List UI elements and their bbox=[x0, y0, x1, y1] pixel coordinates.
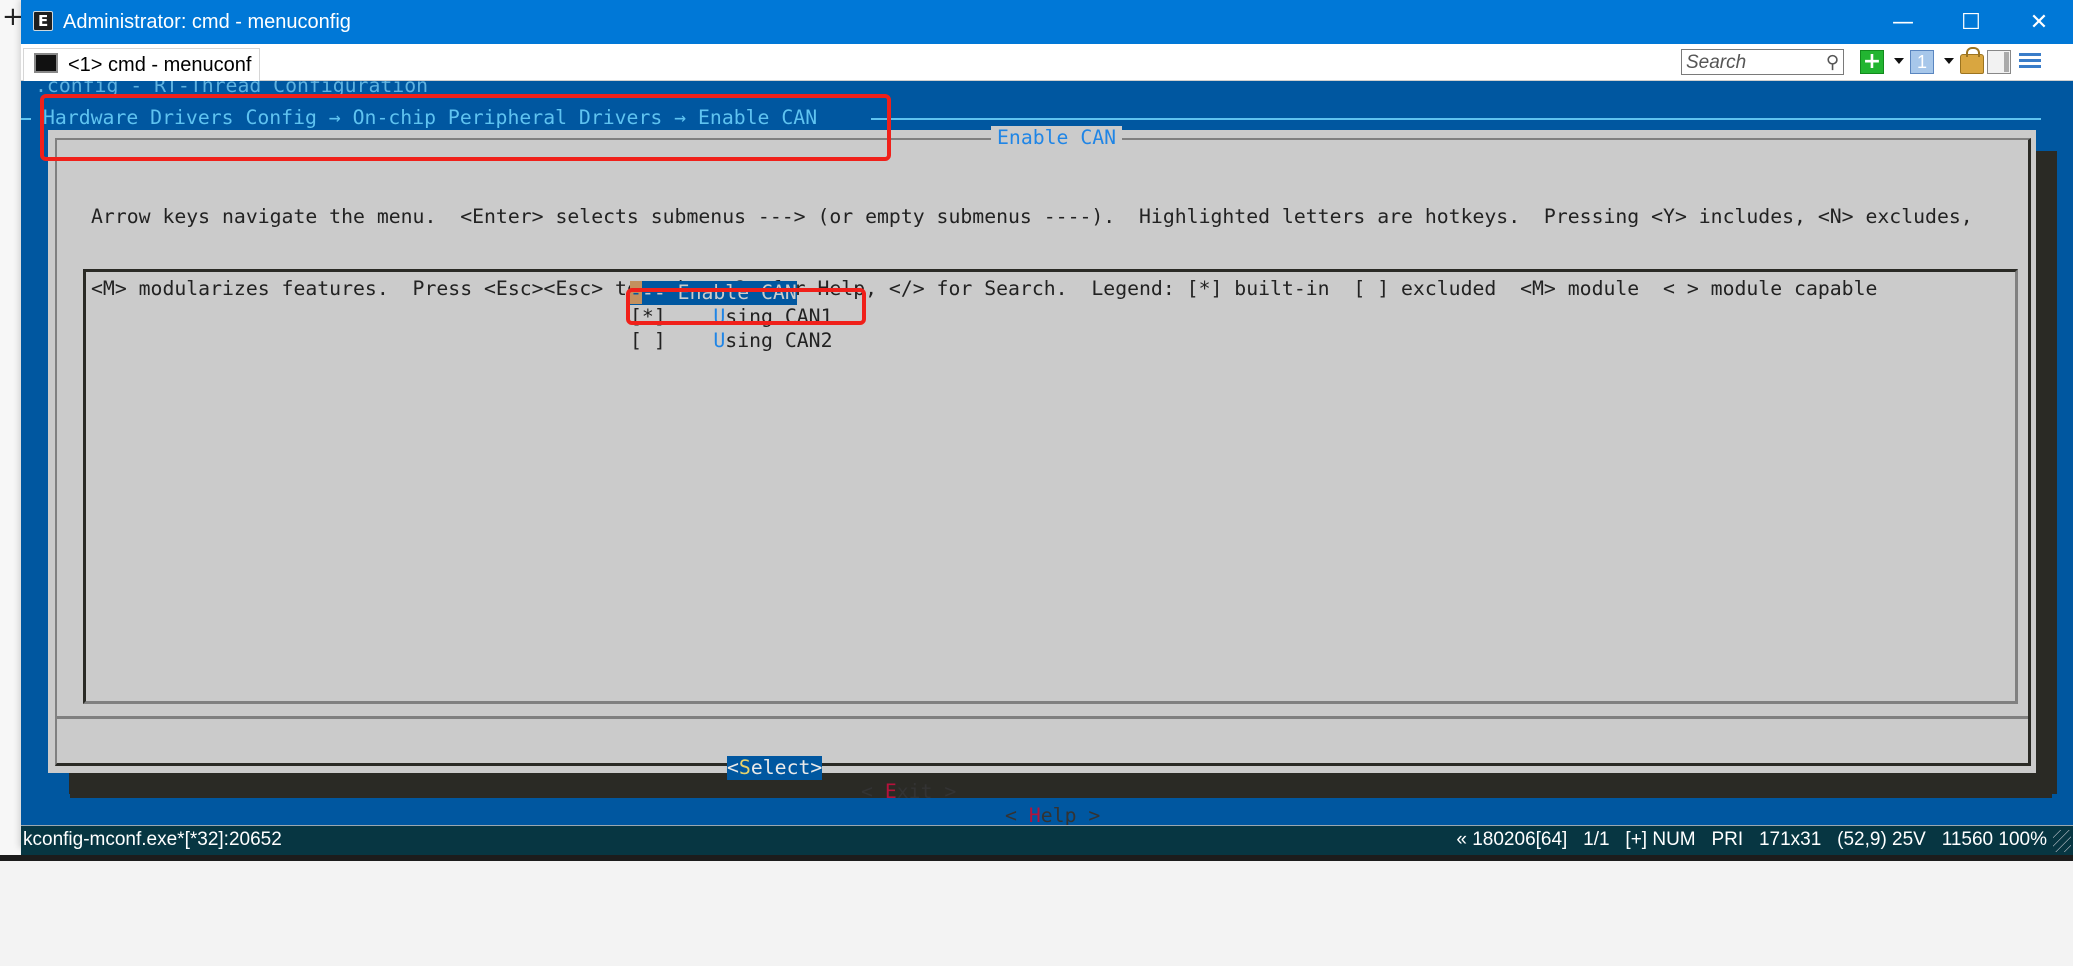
close-button[interactable]: ✕ bbox=[2005, 0, 2073, 44]
tab-label: <1> cmd - menuconf bbox=[68, 54, 252, 76]
status-info: « 180206[64] 1/1 [+] NUM PRI 171x31 (52,… bbox=[1456, 829, 2047, 850]
status-bar: kconfig-mconf.exe*[*32]:20652 « 180206[6… bbox=[21, 825, 2073, 857]
annotation-box-breadcrumb bbox=[40, 94, 891, 161]
menu-item-using-can2[interactable]: [ ] Using CAN2 bbox=[630, 329, 832, 353]
button-label: elp bbox=[1040, 804, 1077, 825]
select-button[interactable]: <Select> bbox=[727, 756, 823, 780]
dialog-frame: Enable CAN Arrow keys navigate the menu.… bbox=[55, 126, 2031, 825]
help-line-1: Arrow keys navigate the menu. <Enter> se… bbox=[91, 205, 1973, 228]
menu-list: --- Enable CAN [*] Using CAN1 [ ] Using … bbox=[83, 269, 2018, 704]
help-button[interactable]: < Help > bbox=[1005, 804, 1100, 825]
title-bar[interactable]: Administrator: cmd - menuconfig — ☐ ✕ bbox=[21, 0, 2073, 44]
search-icon[interactable]: ⚲ bbox=[1826, 52, 1839, 73]
bracket: > bbox=[1076, 804, 1101, 825]
console-app-icon[interactable] bbox=[33, 11, 53, 31]
hamburger-menu-icon[interactable] bbox=[2019, 50, 2041, 74]
bracket: > bbox=[810, 756, 823, 779]
console-list-dropdown-icon[interactable] bbox=[1944, 58, 1954, 64]
hotkey-letter: S bbox=[738, 756, 751, 779]
bracket: > bbox=[932, 780, 957, 803]
terminal-area[interactable]: .config - RT-Thread Configuration Hardwa… bbox=[21, 81, 2073, 825]
menu-item-label: sing CAN2 bbox=[725, 329, 833, 352]
bracket: < bbox=[1005, 804, 1029, 825]
status-process: kconfig-mconf.exe*[*32]:20652 bbox=[23, 829, 282, 850]
resize-grip[interactable] bbox=[2053, 830, 2071, 852]
hotkey-letter: E bbox=[884, 780, 897, 803]
bracket: < bbox=[861, 780, 885, 803]
breadcrumb-line-right bbox=[871, 118, 2041, 120]
search-input[interactable]: Search ⚲ bbox=[1681, 49, 1844, 75]
tab-cmd-menuconfig[interactable]: <1> cmd - menuconf bbox=[23, 48, 260, 81]
button-row: <Select> < Exit > < Help > < Save > < Lo… bbox=[57, 732, 2028, 825]
bracket: < bbox=[727, 756, 739, 779]
cmd-icon bbox=[34, 53, 58, 73]
button-label: xit bbox=[896, 780, 933, 803]
tab-bar: <1> cmd - menuconf Search ⚲ + 1 bbox=[21, 44, 2073, 81]
hotkey-letter: U bbox=[713, 329, 726, 352]
dialog-title: Enable CAN bbox=[991, 126, 1123, 150]
desktop-background bbox=[0, 0, 22, 861]
background-window-strip bbox=[0, 855, 2073, 861]
maximize-button[interactable]: ☐ bbox=[1937, 0, 2005, 44]
new-console-dropdown-icon[interactable] bbox=[1894, 58, 1904, 64]
new-console-button[interactable]: + bbox=[1860, 50, 1884, 74]
console-window: Administrator: cmd - menuconfig — ☐ ✕ <1… bbox=[21, 0, 2073, 857]
minimize-button[interactable]: — bbox=[1869, 0, 1937, 44]
panel-toggle-icon[interactable] bbox=[1987, 50, 2011, 74]
window-title: Administrator: cmd - menuconfig bbox=[63, 11, 351, 33]
checkbox-unchecked[interactable]: [ ] bbox=[630, 329, 713, 352]
exit-button[interactable]: < Exit > bbox=[861, 780, 956, 804]
button-label: elect bbox=[750, 756, 811, 779]
hotkey-letter: H bbox=[1028, 804, 1041, 825]
annotation-box-can1 bbox=[626, 288, 866, 325]
search-placeholder: Search bbox=[1686, 52, 1747, 73]
console-list-button[interactable]: 1 bbox=[1910, 50, 1934, 74]
enable-can-dialog: Enable CAN Arrow keys navigate the menu.… bbox=[48, 126, 2036, 825]
lock-icon[interactable] bbox=[1960, 47, 1984, 74]
breadcrumb-line-left bbox=[21, 118, 31, 120]
button-separator bbox=[57, 716, 2028, 719]
